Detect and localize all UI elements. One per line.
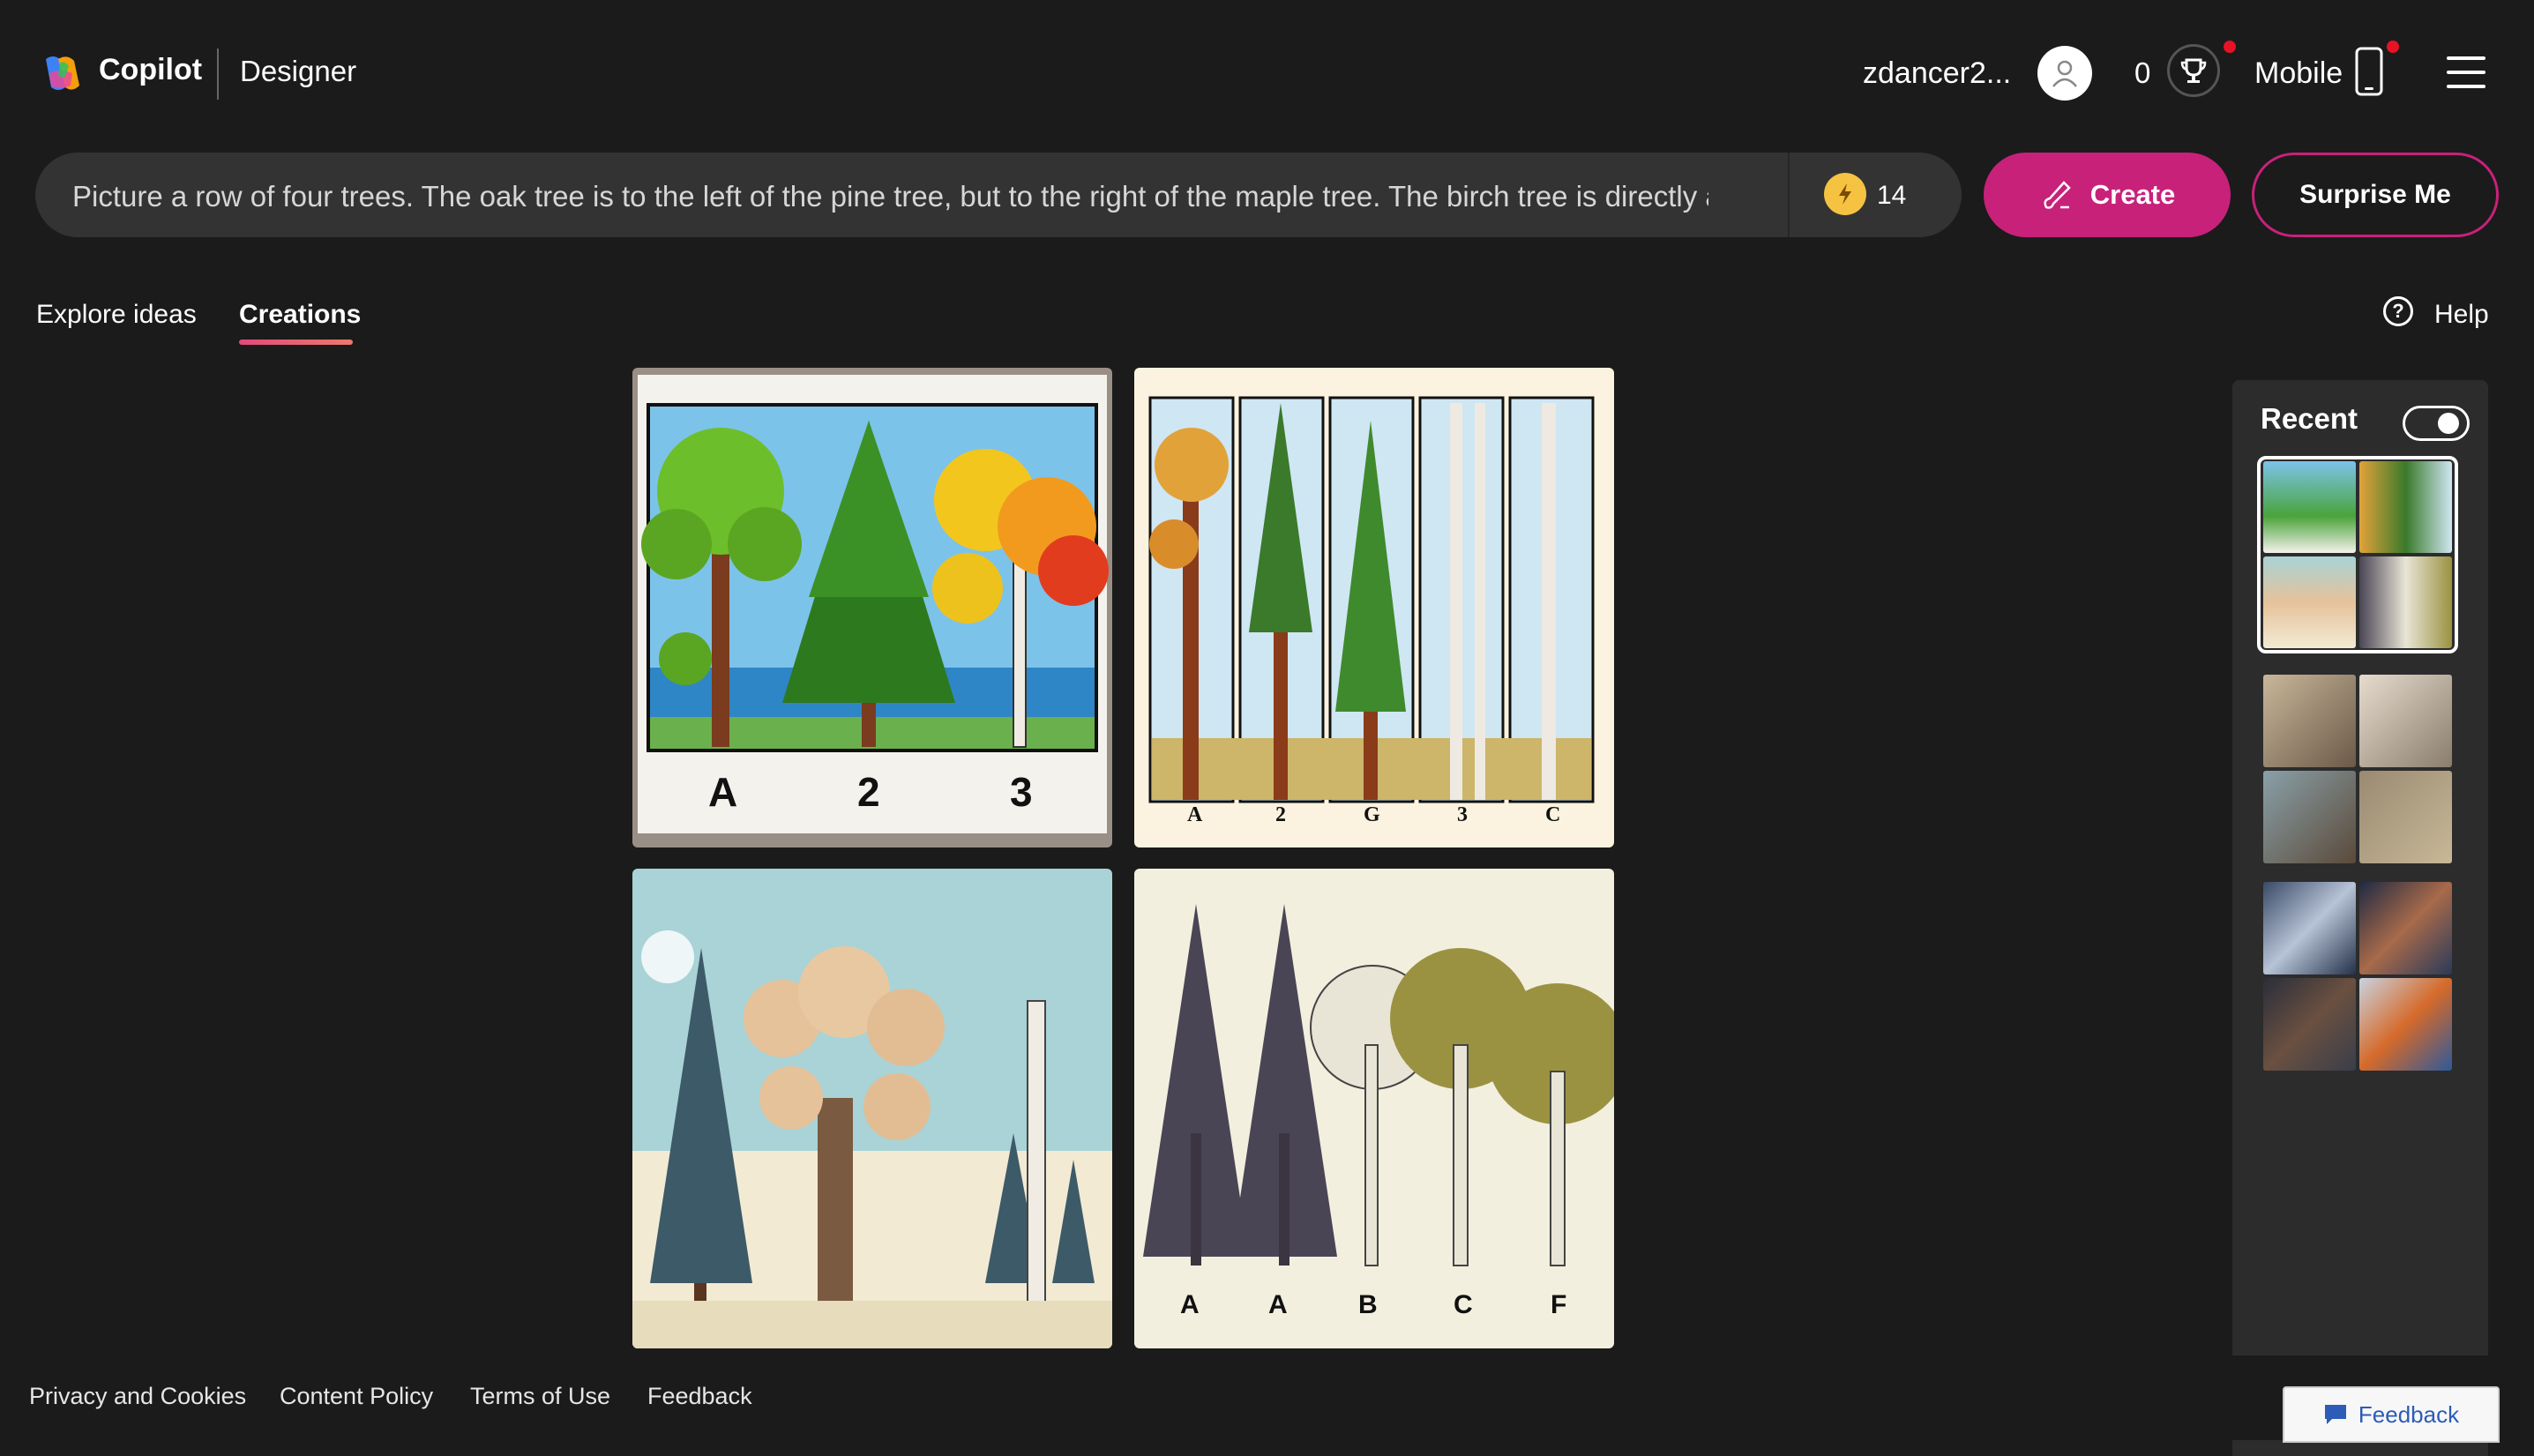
thumbnail (2263, 771, 2356, 863)
image-2-label: 2 (1275, 803, 1286, 826)
image-1-label: 3 (1010, 769, 1033, 815)
feedback-link[interactable]: Feedback (647, 1383, 752, 1410)
generated-image-2[interactable]: A 2 G 3 C (1134, 368, 1614, 847)
image-2-labels: A 2 G 3 C (1134, 803, 1614, 839)
feedback-button[interactable]: Feedback (2283, 1386, 2500, 1443)
image-4-label: B (1358, 1290, 1378, 1319)
image-1-label: A (708, 769, 738, 815)
generated-image-4[interactable]: A A B C F (1134, 869, 1614, 1348)
recent-set-3[interactable] (2263, 882, 2452, 1071)
thumbnail (2263, 675, 2356, 767)
create-label: Create (2089, 179, 2176, 210)
copilot-logo-icon[interactable] (39, 50, 85, 96)
avatar[interactable] (2037, 46, 2092, 101)
hamburger-menu-icon[interactable] (2447, 56, 2485, 88)
thumbnail (2263, 882, 2356, 974)
brand-name[interactable]: Copilot (99, 53, 202, 87)
surprise-me-button[interactable]: Surprise Me (2252, 153, 2499, 237)
feedback-button-label: Feedback (2358, 1400, 2460, 1428)
toggle-knob (2438, 413, 2459, 434)
image-2-label: G (1364, 803, 1380, 826)
image-4-label: C (1454, 1290, 1473, 1319)
tab-explore-ideas[interactable]: Explore ideas (36, 300, 197, 330)
prompt-divider (1788, 153, 1790, 237)
product-name[interactable]: Designer (240, 55, 356, 88)
recent-title: Recent (2261, 402, 2358, 435)
thumbnail (2263, 461, 2356, 553)
image-2-label: A (1187, 803, 1203, 826)
image-4-label: A (1268, 1290, 1288, 1319)
image-2-label: 3 (1457, 803, 1468, 826)
active-tab-indicator (239, 340, 353, 345)
recent-toggle[interactable] (2403, 406, 2470, 441)
rewards-points: 0 (2134, 56, 2151, 89)
chat-bubble-icon (2324, 1405, 2346, 1424)
notification-dot (2224, 41, 2236, 53)
content-policy-link[interactable]: Content Policy (280, 1383, 433, 1410)
tab-creations[interactable]: Creations (239, 300, 361, 330)
boost-count: 14 (1877, 181, 1907, 210)
generated-image-1[interactable]: A 2 3 (632, 368, 1112, 847)
mobile-link[interactable]: Mobile (2254, 56, 2343, 91)
thumbnail (2359, 556, 2452, 648)
image-1-label: 2 (857, 769, 880, 815)
thumbnail (2359, 461, 2452, 553)
header-divider (217, 49, 219, 100)
help-link[interactable]: Help (2434, 300, 2489, 330)
notification-dot (2387, 41, 2399, 53)
image-4-label: F (1551, 1290, 1567, 1319)
thumbnail (2359, 675, 2452, 767)
terms-link[interactable]: Terms of Use (470, 1383, 610, 1410)
image-1-labels: A 2 3 (632, 768, 1112, 821)
image-4-labels: A A B C F (1134, 1290, 1614, 1325)
boost-icon[interactable] (1824, 173, 1866, 215)
recent-set-1[interactable] (2263, 461, 2452, 648)
user-icon (2052, 60, 2077, 87)
image-4-label: A (1180, 1290, 1200, 1319)
username[interactable]: zdancer2... (1863, 56, 2011, 91)
help-icon[interactable]: ? (2383, 296, 2413, 326)
recent-set-2[interactable] (2263, 675, 2452, 863)
thumbnail (2263, 978, 2356, 1071)
generated-image-3[interactable] (632, 869, 1112, 1348)
phone-icon[interactable] (2353, 46, 2385, 97)
thumbnail (2359, 771, 2452, 863)
prompt-text[interactable]: Picture a row of four trees. The oak tre… (72, 180, 1708, 213)
create-button[interactable]: Create (1984, 153, 2231, 237)
privacy-link[interactable]: Privacy and Cookies (29, 1383, 246, 1410)
thumbnail (2359, 882, 2452, 974)
thumbnail (2359, 978, 2452, 1071)
trophy-icon[interactable] (2167, 44, 2220, 97)
brush-icon (2044, 181, 2071, 209)
image-2-label: C (1545, 803, 1561, 826)
thumbnail (2263, 556, 2356, 648)
